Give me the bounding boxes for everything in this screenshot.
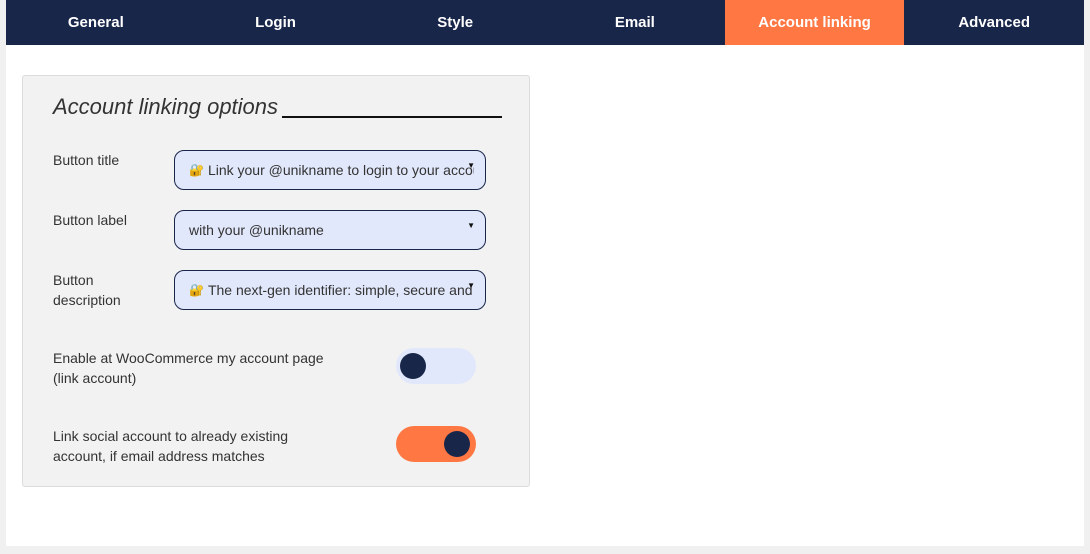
section-title-text: Account linking options — [53, 94, 279, 119]
button-label-select[interactable]: with your @unikname ▼ — [174, 210, 486, 250]
tab-style[interactable]: Style — [365, 0, 545, 45]
label-line: (link account) — [53, 370, 137, 386]
lock-key-icon: 🔐 — [189, 163, 204, 177]
caret-down-icon: ▼ — [467, 161, 475, 170]
tab-bar: General Login Style Email Account linkin… — [6, 0, 1084, 45]
section-title: Account linking options — [53, 94, 503, 120]
caret-down-icon: ▼ — [467, 221, 475, 230]
account-linking-options-box: Account linking options Button title 🔐 Li… — [22, 75, 530, 487]
label-line: account, if email address matches — [53, 448, 265, 464]
button-description-label: Button description — [53, 270, 121, 310]
settings-panel: General Login Style Email Account linkin… — [6, 0, 1084, 546]
label-line: description — [53, 292, 121, 308]
toggle-knob — [444, 431, 470, 457]
label-line: Button — [53, 272, 94, 288]
button-label-value: with your @unikname — [189, 222, 324, 238]
woocommerce-link-toggle[interactable] — [396, 348, 476, 384]
tab-advanced[interactable]: Advanced — [904, 0, 1084, 45]
button-title-select[interactable]: 🔐 Link your @unikname to login to your ac… — [174, 150, 486, 190]
caret-down-icon: ▼ — [467, 281, 475, 290]
toggle-knob — [400, 353, 426, 379]
label-line: Link social account to already existing — [53, 428, 289, 444]
button-label-label: Button label — [53, 212, 127, 228]
label-line: Enable at WooCommerce my account page — [53, 350, 324, 366]
button-title-value: Link your @unikname to login to your acc… — [207, 162, 474, 178]
button-description-value: The next-gen identifier: simple, secure … — [207, 282, 474, 298]
tab-general[interactable]: General — [6, 0, 186, 45]
title-underline — [282, 116, 503, 118]
tab-email[interactable]: Email — [545, 0, 725, 45]
button-description-select[interactable]: 🔐 The next-gen identifier: simple, secure… — [174, 270, 486, 310]
woocommerce-toggle-label: Enable at WooCommerce my account page (li… — [53, 348, 324, 388]
tab-account-linking[interactable]: Account linking — [724, 0, 905, 45]
tab-login[interactable]: Login — [186, 0, 366, 45]
button-title-label: Button title — [53, 152, 120, 168]
link-social-toggle-label: Link social account to already existing a… — [53, 426, 288, 466]
link-social-toggle[interactable] — [396, 426, 476, 462]
lock-key-icon: 🔐 — [189, 283, 204, 297]
